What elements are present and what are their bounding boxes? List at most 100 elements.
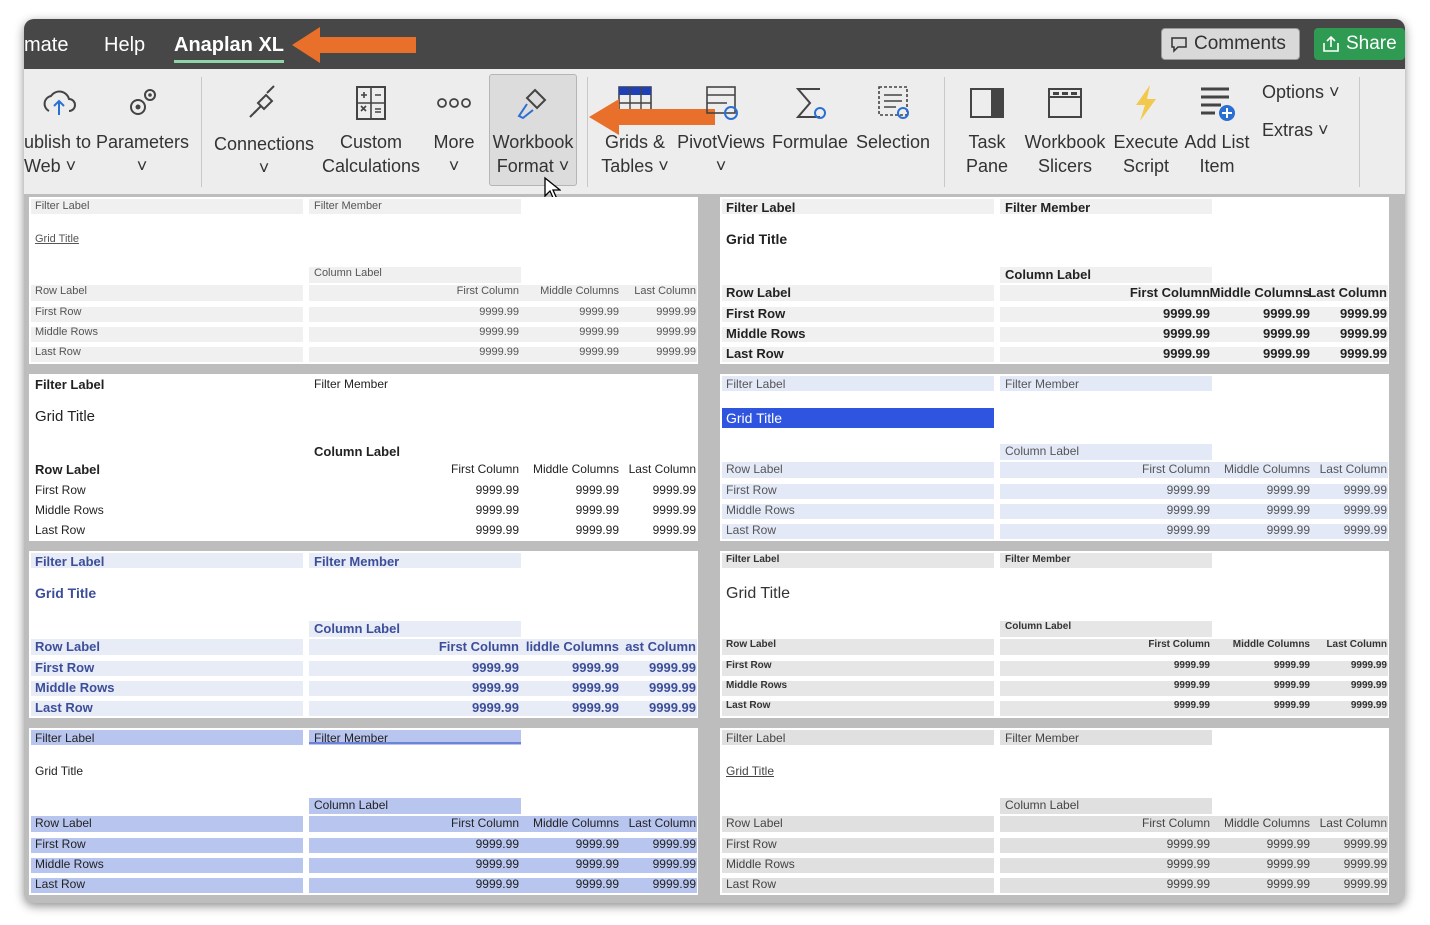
grid-title: Grid Title xyxy=(726,410,783,426)
cell-value: 9999.99 xyxy=(579,326,619,338)
filter-label: Filter Label xyxy=(35,377,105,392)
cell-value: 9999.99 xyxy=(479,326,519,338)
pivotviews-button[interactable]: PivotViews ˅ xyxy=(674,69,768,194)
format-preview-5[interactable]: Filter Label Filter Member Grid Title Colum… xyxy=(29,551,698,718)
cell-value: 9999.99 xyxy=(649,700,696,715)
slicers-icon xyxy=(1048,88,1082,118)
custom-label-1: Custom xyxy=(339,132,402,152)
options-button[interactable]: Options ˅ xyxy=(1262,82,1340,103)
comments-button[interactable]: Comments xyxy=(1161,28,1300,60)
publish-label-1: ublish to xyxy=(24,132,92,152)
share-button[interactable]: Share xyxy=(1314,28,1405,60)
add-list-item-button[interactable]: Add List Item xyxy=(1182,69,1252,194)
ribbon: ublish to Web ˅ Parameters ˅ Connections ˅ … xyxy=(24,69,1405,201)
cell-value: 9999.99 xyxy=(1350,680,1387,691)
cell-value: 9999.99 xyxy=(575,483,619,497)
menu-bar: mate Help Anaplan XL Comments Share xyxy=(24,19,1405,69)
cell-value: 9999.99 xyxy=(575,857,619,871)
column-header: Last Column xyxy=(634,285,696,297)
cell-value: 9999.99 xyxy=(479,306,519,318)
publish-label-2: Web ˅ xyxy=(24,156,77,176)
addlist-label-2: Item xyxy=(1199,156,1235,176)
cell-value: 9999.99 xyxy=(475,503,519,517)
ribbon-separator xyxy=(944,77,945,187)
add-list-icon xyxy=(1201,87,1235,121)
custom-label-2: Calculations xyxy=(321,156,421,176)
cell-value: 9999.99 xyxy=(1166,503,1210,517)
filter-label: Filter Label xyxy=(726,200,796,215)
ellipsis-icon xyxy=(437,98,471,108)
workbook-format-label-1: Workbook xyxy=(492,132,574,152)
filter-member: Filter Member xyxy=(1005,731,1080,745)
workbook-format-label-2: Format ˅ xyxy=(496,156,570,176)
row-name: First Row xyxy=(726,483,777,497)
cell-value: 9999.99 xyxy=(1166,483,1210,497)
cell-value: 9999.99 xyxy=(652,877,696,891)
format-preview-1[interactable]: Filter Label Filter Member Grid Title Colum… xyxy=(29,197,698,364)
format-preview-8[interactable]: Filter Label Filter Member Grid Title Colum… xyxy=(720,728,1389,895)
row-name: First Row xyxy=(726,837,777,851)
row-name: Middle Rows xyxy=(35,326,98,338)
format-preview-7[interactable]: Filter Label Filter Member Grid Title Colum… xyxy=(29,728,698,895)
column-header: First Column xyxy=(456,285,519,297)
cell-value: 9999.99 xyxy=(1266,483,1310,497)
connections-chevron: ˅ xyxy=(258,158,270,178)
cell-value: 9999.99 xyxy=(475,877,519,891)
column-header: Middle Columns xyxy=(540,285,619,297)
grid-title: Grid Title xyxy=(726,231,788,247)
cell-value: 9999.99 xyxy=(649,660,696,675)
column-header: liddle Columns xyxy=(525,639,619,654)
cell-value: 9999.99 xyxy=(1263,326,1310,341)
workbook-format-button[interactable]: Workbook Format ˅ xyxy=(489,74,577,186)
row-name: Middle Rows xyxy=(726,857,795,871)
workbook-slicers-button[interactable]: Workbook Slicers xyxy=(1020,69,1110,194)
column-header: Middle Columns xyxy=(1223,462,1310,476)
cell-value: 9999.99 xyxy=(1343,483,1387,497)
more-button[interactable]: More ˅ xyxy=(426,69,482,194)
column-header: Middle Columns xyxy=(1232,639,1310,650)
filter-label: Filter Label xyxy=(35,731,95,745)
column-label: Column Label xyxy=(1005,444,1080,458)
row-name: Last Row xyxy=(726,523,777,537)
format-preview-6[interactable]: Filter Label Filter Member Grid Title Colum… xyxy=(720,551,1389,718)
row-name: Last Row xyxy=(726,700,771,711)
column-header: Last Column xyxy=(628,462,696,476)
custom-calculations-button[interactable]: Custom Calculations xyxy=(318,69,424,194)
row-label: Row Label xyxy=(726,285,792,300)
execute-script-button[interactable]: Execute Script xyxy=(1112,69,1180,194)
lightning-icon xyxy=(1136,85,1156,121)
selection-button[interactable]: Selection xyxy=(852,69,934,194)
menu-anaplan-xl[interactable]: Anaplan XL xyxy=(174,34,285,63)
column-header: Last Column xyxy=(1326,639,1387,650)
row-name: Last Row xyxy=(35,346,81,358)
column-header: First Column xyxy=(438,639,519,654)
execute-label-1: Execute xyxy=(1113,132,1179,152)
cell-value: 9999.99 xyxy=(652,523,696,537)
connections-button[interactable]: Connections ˅ xyxy=(212,69,316,194)
menu-help[interactable]: Help xyxy=(104,34,145,57)
row-name: Last Row xyxy=(726,346,784,361)
more-label: More xyxy=(433,132,475,152)
cell-value: 9999.99 xyxy=(575,503,619,517)
extras-button[interactable]: Extras ˅ xyxy=(1262,120,1329,141)
cell-value: 9999.99 xyxy=(1266,837,1310,851)
cell-value: 9999.99 xyxy=(1266,877,1310,891)
column-header: Last Column xyxy=(1319,816,1387,830)
row-label: Row Label xyxy=(726,462,783,476)
cell-value: 9999.99 xyxy=(579,306,619,318)
cell-value: 9999.99 xyxy=(1343,857,1387,871)
task-pane-button[interactable]: Task Pane xyxy=(956,69,1018,194)
format-preview-2[interactable]: Filter Label Filter Member Grid Title Colum… xyxy=(720,197,1389,364)
grid-title: Grid Title xyxy=(35,764,84,778)
menu-automate[interactable]: mate xyxy=(24,34,68,57)
column-header: Last Column xyxy=(1319,462,1387,476)
cell-value: 9999.99 xyxy=(1340,326,1387,341)
publish-to-web-button[interactable]: ublish to Web ˅ xyxy=(24,69,94,194)
cell-value: 9999.99 xyxy=(1166,837,1210,851)
formulae-button[interactable]: Formulae xyxy=(770,69,850,194)
parameters-button[interactable]: Parameters ˅ xyxy=(96,69,189,194)
row-name: Last Row xyxy=(35,877,86,891)
format-preview-4[interactable]: Filter Label Filter Member Grid Title Colum… xyxy=(720,374,1389,541)
format-preview-3[interactable]: Filter Label Filter Member Grid Title Colum… xyxy=(29,374,698,541)
formulae-label: Formulae xyxy=(771,132,849,152)
